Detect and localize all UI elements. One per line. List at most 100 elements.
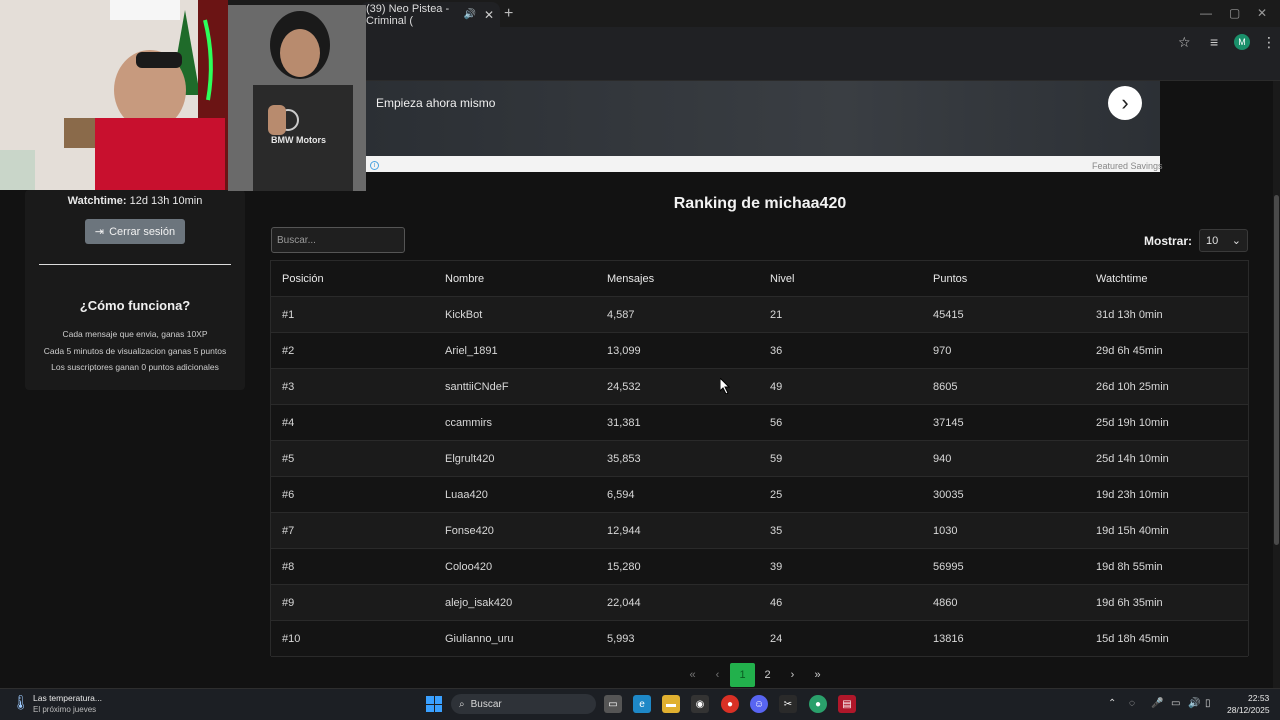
cell-watchtime: 15d 18h 45min [1096,633,1169,645]
microphone-icon[interactable]: 🎤 [1151,698,1163,709]
clock-date[interactable]: 28/12/2025 [1227,705,1270,715]
speaker-icon[interactable]: 🔊 [463,9,475,20]
column-header[interactable]: Puntos [933,261,967,297]
first-page-button[interactable]: « [680,663,705,687]
table-row: #2 Ariel_1891 13,099 36 970 29d 6h 45min [271,333,1248,369]
cell-watchtime: 25d 14h 10min [1096,453,1169,465]
tray-chevron-icon[interactable]: ⌃ [1108,698,1116,709]
thermometer-icon[interactable]: 🌡 [12,694,30,711]
cell-name: Fonse420 [445,525,494,537]
webcam-overlay-left [0,0,228,190]
ad-text[interactable]: Empieza ahora mismo [376,96,495,110]
chevron-down-icon: ⌄ [1231,235,1241,247]
table-row: #8 Coloo420 15,280 39 56995 19d 8h 55min [271,549,1248,585]
close-icon[interactable]: ✕ [484,8,494,22]
prev-page-button[interactable]: ‹ [705,663,730,687]
discord-icon[interactable]: ☺ [750,695,768,713]
column-header[interactable]: Watchtime [1096,261,1148,297]
webcam-scene-right [228,5,366,191]
scrollbar-thumb[interactable] [1274,195,1279,545]
ad-info-icon[interactable]: i [370,161,379,170]
last-page-button[interactable]: » [805,663,830,687]
page-size-select[interactable]: 10 ⌄ [1199,229,1248,252]
cell-level: 46 [770,597,783,609]
cell-level: 56 [770,417,783,429]
new-tab-button[interactable]: + [504,5,513,23]
logout-button[interactable]: ⇥ Cerrar sesión [85,219,185,244]
cell-position: #8 [282,561,295,573]
table-row: #9 alejo_isak420 22,044 46 4860 19d 6h 35min [271,585,1248,621]
cell-position: #2 [282,345,295,357]
network-icon[interactable]: ▭ [1171,698,1180,709]
cell-messages: 24,532 [607,381,641,393]
column-header[interactable]: Nivel [770,261,794,297]
cell-points: 8605 [933,381,958,393]
tray-app-icon[interactable]: ◌ [1129,698,1135,709]
cell-points: 30035 [933,489,964,501]
cell-watchtime: 26d 10h 25min [1096,381,1169,393]
cell-name: Luaa420 [445,489,488,501]
cell-messages: 22,044 [607,597,641,609]
cell-position: #6 [282,489,295,501]
browser-tab[interactable]: (39) Neo Pistea - Criminal ( 🔊 ✕ [360,2,500,27]
column-header[interactable]: Nombre [445,261,484,297]
table-row: #10 Giulianno_uru 5,993 24 13816 15d 18h 45mi… [271,621,1248,657]
logout-label: Cerrar sesión [109,225,176,238]
capcut-icon[interactable]: ✂ [779,695,797,713]
media-control-icon[interactable]: ≡ [1210,34,1218,50]
search-input[interactable] [271,227,405,253]
chrome-profile-icon[interactable]: ● [809,695,827,713]
table-row: #7 Fonse420 12,944 35 1030 19d 15h 40min [271,513,1248,549]
cell-level: 21 [770,309,783,321]
cell-level: 39 [770,561,783,573]
sidebar-divider [39,264,231,265]
cell-messages: 13,099 [607,345,641,357]
app-icon[interactable]: ▤ [838,695,856,713]
task-view-icon[interactable]: ▭ [604,695,622,713]
cell-position: #10 [282,633,301,645]
webcam-scene-left [0,0,228,190]
table-row: #1 KickBot 4,587 21 45415 31d 13h 0min [271,297,1248,333]
mouse-cursor [720,378,730,394]
star-icon[interactable]: ☆ [1178,34,1191,51]
minimize-icon[interactable]: — [1200,6,1212,20]
pagination: « ‹ 1 2 › » [680,663,830,687]
window-close-icon[interactable]: ✕ [1257,6,1267,20]
cell-name: Giulianno_uru [445,633,514,645]
cell-position: #1 [282,309,295,321]
page-button-1[interactable]: 1 [730,663,755,687]
cell-watchtime: 25d 19h 10min [1096,417,1169,429]
cell-messages: 31,381 [607,417,641,429]
cell-position: #7 [282,525,295,537]
taskbar-search[interactable]: ⌕ Buscar [451,694,596,714]
ad-arrow-icon[interactable]: › [1108,86,1142,120]
cell-level: 49 [770,381,783,393]
cell-points: 940 [933,453,952,465]
next-page-button[interactable]: › [780,663,805,687]
volume-icon[interactable]: 🔊 [1188,698,1200,709]
obs-icon[interactable]: ◉ [691,695,709,713]
weather-title[interactable]: Las temperatura... [33,693,102,703]
column-header[interactable]: Mensajes [607,261,654,297]
edge-icon[interactable]: e [633,695,651,713]
how-line: Los suscriptores ganan 0 puntos adiciona… [51,362,219,372]
menu-icon[interactable]: ⋮ [1262,34,1276,51]
watchtime-value: 12d 13h 10min [129,195,203,207]
how-line: Cada 5 minutos de visualizacion ganas 5 … [43,346,227,356]
profile-avatar[interactable]: M [1234,34,1250,50]
column-header[interactable]: Posición [282,261,324,297]
windows-start-icon[interactable] [426,696,442,712]
battery-icon[interactable]: ▯ [1205,698,1211,709]
cell-watchtime: 19d 6h 35min [1096,597,1163,609]
cell-watchtime: 19d 8h 55min [1096,561,1163,573]
maximize-icon[interactable]: ▢ [1229,6,1240,20]
weather-subtitle: El próximo jueves [33,705,97,714]
cell-messages: 6,594 [607,489,635,501]
page-size-value: 10 [1206,234,1219,247]
clock-time[interactable]: 22:53 [1248,693,1269,703]
cell-name: santtiiCNdeF [445,381,509,393]
chrome-icon[interactable]: ● [721,695,739,713]
file-explorer-icon[interactable]: ▬ [662,695,680,713]
page-button-2[interactable]: 2 [755,663,780,687]
cell-points: 56995 [933,561,964,573]
